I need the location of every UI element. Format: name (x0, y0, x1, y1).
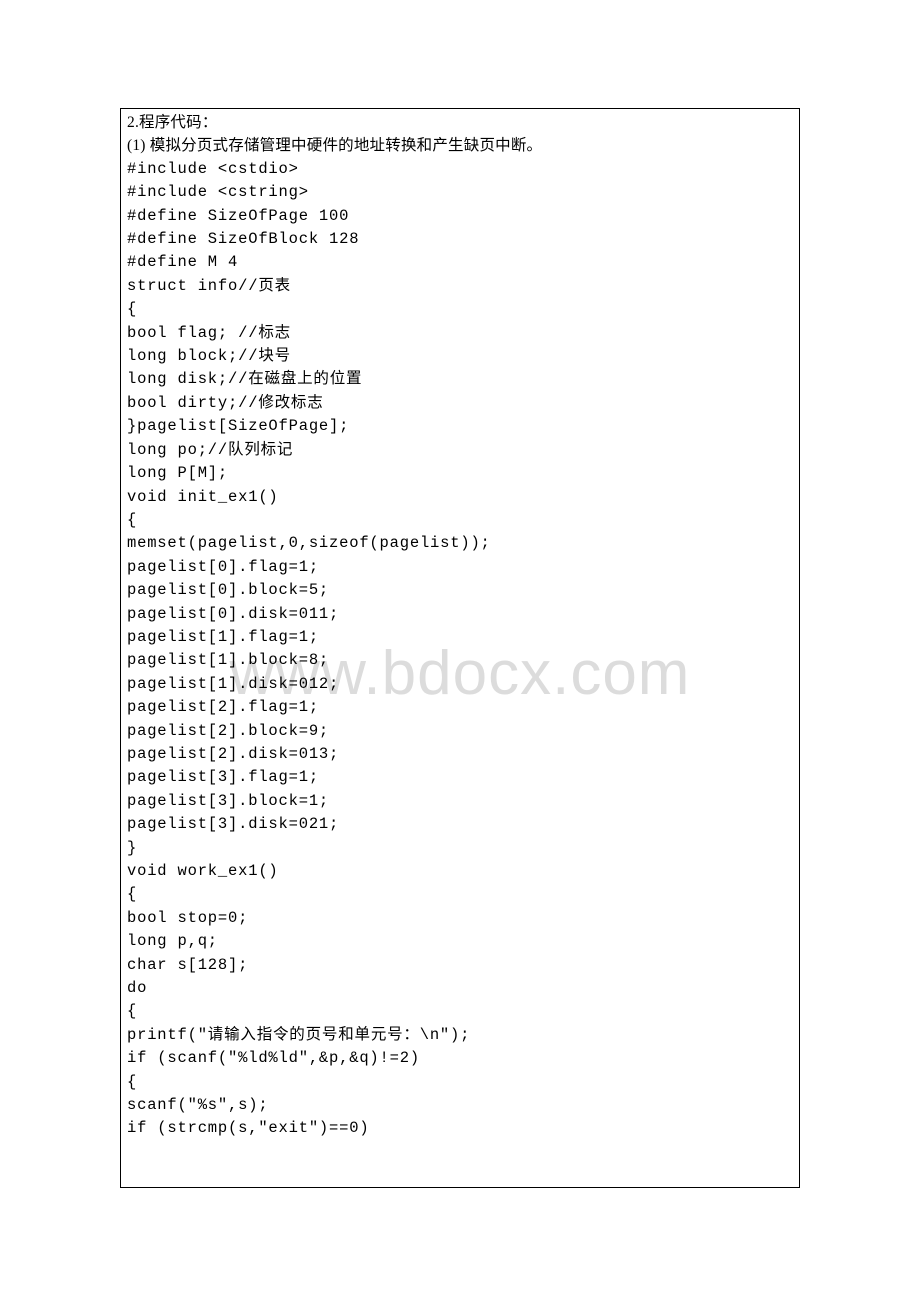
code-line: if (scanf("%ld%ld",&p,&q)!=2) (127, 1047, 793, 1070)
code-line: #include <cstring> (127, 181, 793, 204)
code-line: long po;//队列标记 (127, 439, 793, 462)
code-line: long block;//块号 (127, 345, 793, 368)
code-line: pagelist[0].flag=1; (127, 556, 793, 579)
code-line: memset(pagelist,0,sizeof(pagelist)); (127, 532, 793, 555)
code-line: 2.程序代码： (127, 111, 793, 134)
code-line: (1) 模拟分页式存储管理中硬件的地址转换和产生缺页中断。 (127, 134, 793, 157)
code-line: long p,q; (127, 930, 793, 953)
code-line: pagelist[2].flag=1; (127, 696, 793, 719)
code-line: pagelist[3].block=1; (127, 790, 793, 813)
code-line: char s[128]; (127, 954, 793, 977)
code-line: long P[M]; (127, 462, 793, 485)
content-wrapper: 2.程序代码：(1) 模拟分页式存储管理中硬件的地址转换和产生缺页中断。#inc… (120, 108, 800, 1188)
code-line: pagelist[1].disk=012; (127, 673, 793, 696)
code-line: #include <cstdio> (127, 158, 793, 181)
code-line: pagelist[1].block=8; (127, 649, 793, 672)
code-line: { (127, 883, 793, 906)
code-line: #define M 4 (127, 251, 793, 274)
code-line: long disk;//在磁盘上的位置 (127, 368, 793, 391)
document-page: www.bdocx.com 2.程序代码：(1) 模拟分页式存储管理中硬件的地址… (0, 0, 920, 1302)
code-line: pagelist[1].flag=1; (127, 626, 793, 649)
code-line: pagelist[2].disk=013; (127, 743, 793, 766)
code-box: 2.程序代码：(1) 模拟分页式存储管理中硬件的地址转换和产生缺页中断。#inc… (120, 108, 800, 1188)
code-line: pagelist[2].block=9; (127, 720, 793, 743)
code-line: pagelist[3].disk=021; (127, 813, 793, 836)
code-line: struct info//页表 (127, 275, 793, 298)
code-line: do (127, 977, 793, 1000)
code-line: scanf("%s",s); (127, 1094, 793, 1117)
code-line: printf("请输入指令的页号和单元号：\n"); (127, 1024, 793, 1047)
code-line: pagelist[3].flag=1; (127, 766, 793, 789)
code-line: #define SizeOfPage 100 (127, 205, 793, 228)
code-line: void init_ex1() (127, 486, 793, 509)
code-line: bool flag; //标志 (127, 322, 793, 345)
code-line: pagelist[0].disk=011; (127, 603, 793, 626)
code-line: bool dirty;//修改标志 (127, 392, 793, 415)
code-line: { (127, 298, 793, 321)
code-line: } (127, 837, 793, 860)
code-line: bool stop=0; (127, 907, 793, 930)
code-line: if (strcmp(s,"exit")==0) (127, 1117, 793, 1140)
code-line: { (127, 1071, 793, 1094)
code-line: pagelist[0].block=5; (127, 579, 793, 602)
code-line: { (127, 509, 793, 532)
code-line: #define SizeOfBlock 128 (127, 228, 793, 251)
code-line: { (127, 1000, 793, 1023)
code-line: void work_ex1() (127, 860, 793, 883)
code-line: }pagelist[SizeOfPage]; (127, 415, 793, 438)
